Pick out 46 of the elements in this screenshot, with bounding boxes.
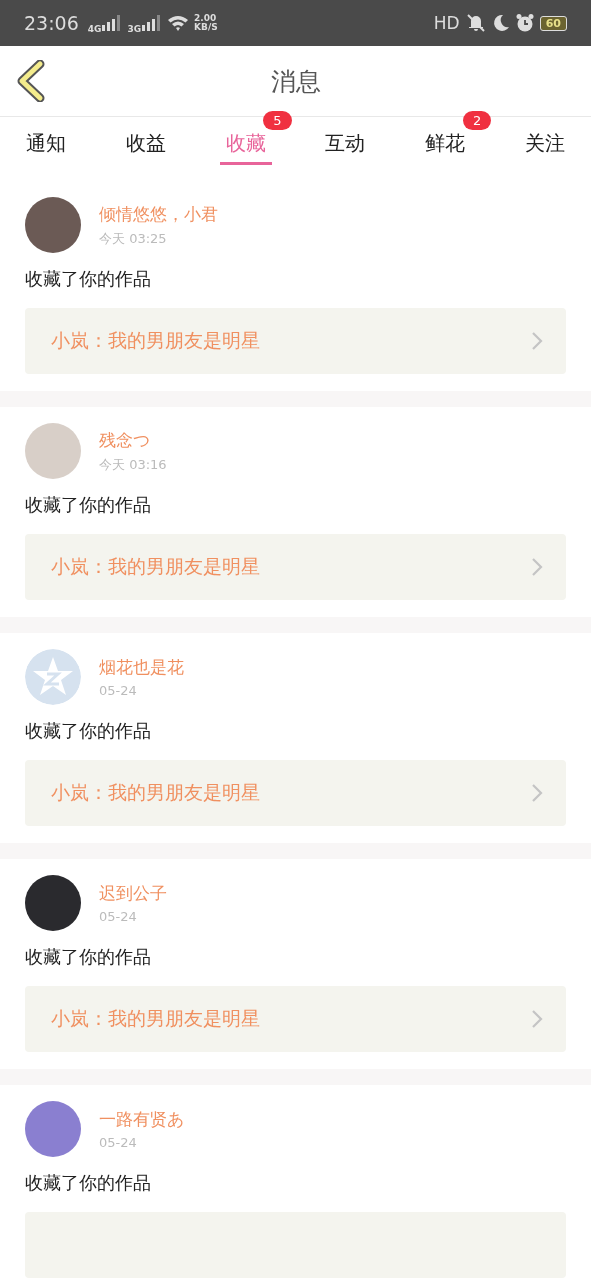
message-time: 05-24	[99, 909, 138, 924]
message-time: 今天 03:16	[99, 455, 167, 474]
network-type: 4G	[87, 24, 102, 34]
message-text: 收藏了你的作品	[25, 493, 152, 517]
tab[interactable]: 关注	[519, 117, 571, 165]
wifi-icon	[167, 15, 190, 31]
message-time: 今天 03:25	[99, 229, 168, 248]
work-link[interactable]: 小岚：我的男朋友是明星	[25, 986, 566, 1052]
page-title: 消息	[270, 65, 321, 98]
work-link[interactable]: 小岚：我的男朋友是明星	[25, 308, 566, 374]
muted-bell-icon	[464, 13, 487, 33]
message-text: 收藏了你的作品	[25, 267, 152, 291]
user-name[interactable]: 烟花也是花	[99, 656, 184, 679]
chevron-right-icon	[530, 330, 544, 352]
message-time: 05-24	[99, 683, 138, 698]
tab[interactable]: 收益	[119, 117, 172, 165]
speed-value: 2.00	[194, 14, 218, 23]
network-type: 3G	[127, 24, 142, 34]
work-link[interactable]: 小岚：我的男朋友是明星	[25, 534, 566, 600]
message-time: 05-24	[99, 1135, 138, 1150]
tab[interactable]: 通知	[20, 117, 72, 165]
work-link[interactable]: 小岚：我的男朋友是明星	[25, 760, 566, 826]
user-name[interactable]: 残念つ	[99, 428, 167, 452]
user-name[interactable]: 倾情悠悠，小君	[99, 202, 218, 226]
signal-icon	[142, 15, 163, 31]
count-badge: 2	[462, 111, 492, 130]
message-text: 收藏了你的作品	[25, 1171, 152, 1195]
moon-icon	[491, 13, 510, 33]
clock-time: 23:06	[24, 12, 79, 34]
user-name[interactable]: 一路有贤あ	[99, 1108, 184, 1131]
message-text: 收藏了你的作品	[25, 719, 152, 743]
avatar-photo-placeholder[interactable]	[25, 875, 81, 931]
signal-icon	[102, 15, 123, 31]
back-icon[interactable]	[16, 60, 46, 102]
avatar-photo-placeholder[interactable]	[25, 197, 81, 253]
alarm-clock-icon	[514, 13, 535, 33]
speed-unit: KB/S	[194, 23, 218, 32]
hd-indicator: HD	[433, 13, 460, 33]
battery-icon: 60	[539, 15, 567, 31]
chevron-right-icon	[530, 556, 544, 578]
tab[interactable]: 互动	[319, 117, 372, 165]
chevron-right-icon	[530, 782, 544, 804]
user-name[interactable]: 迟到公子	[99, 882, 167, 905]
message-text: 收藏了你的作品	[25, 945, 152, 969]
count-badge: 5	[263, 111, 292, 130]
chevron-right-icon	[530, 1008, 544, 1030]
